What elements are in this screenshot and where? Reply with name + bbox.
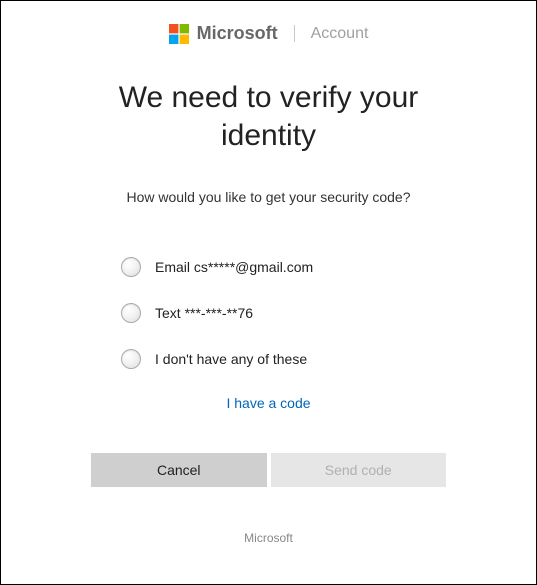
option-text[interactable]: Text ***-***-**76 [121,303,536,323]
subbrand-text: Account [311,25,369,43]
option-label: Text ***-***-**76 [155,305,253,321]
alt-link-row: I have a code [1,395,536,413]
option-none[interactable]: I don't have any of these [121,349,536,369]
button-row: Cancel Send code [1,453,536,487]
option-label: I don't have any of these [155,351,307,367]
brand-text: Microsoft [197,23,278,44]
page-title: We need to verify your identity [1,54,536,174]
option-email[interactable]: Email cs*****@gmail.com [121,257,536,277]
microsoft-logo-icon [169,24,189,44]
send-code-button: Send code [271,453,447,487]
option-label: Email cs*****@gmail.com [155,259,313,275]
verification-options: Email cs*****@gmail.com Text ***-***-**7… [1,213,536,369]
radio-icon[interactable] [121,257,141,277]
page-subtitle: How would you like to get your security … [1,189,536,205]
header-divider [294,25,295,42]
have-code-link[interactable]: I have a code [226,395,310,411]
footer-text: Microsoft [1,531,536,545]
cancel-button[interactable]: Cancel [91,453,267,487]
radio-icon[interactable] [121,303,141,323]
header: Microsoft Account [1,1,536,54]
radio-icon[interactable] [121,349,141,369]
